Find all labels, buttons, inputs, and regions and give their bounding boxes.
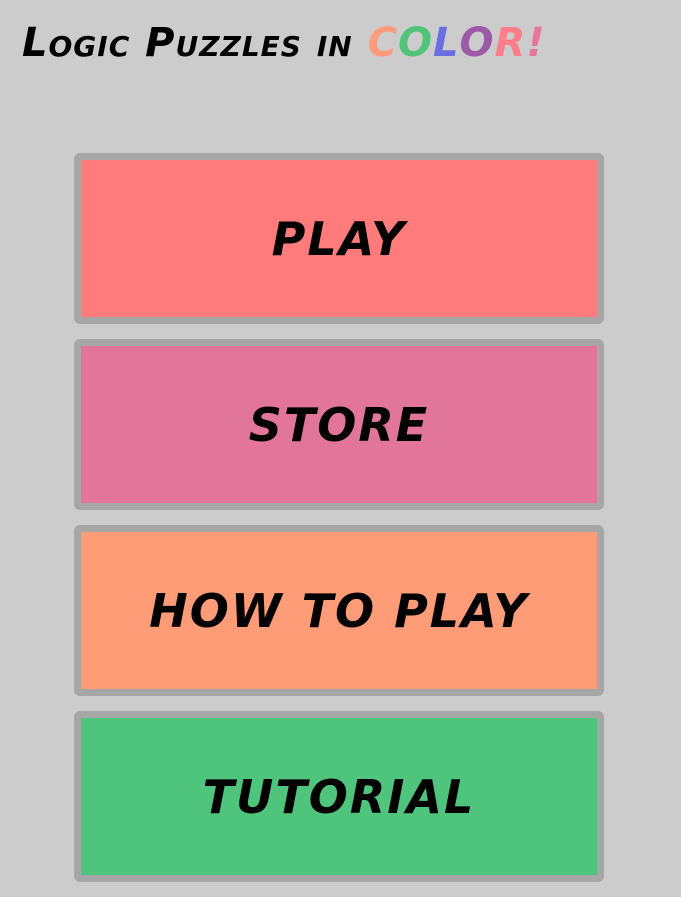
play-button-label: PLAY <box>271 211 407 266</box>
main-menu: PLAY STORE HOW TO PLAY TUTORIAL <box>74 153 604 897</box>
title-color-letter: O <box>459 20 495 66</box>
title-color-letter: O <box>398 20 434 66</box>
title-color-letter: C <box>367 20 399 66</box>
store-button-label: STORE <box>248 397 430 452</box>
how-to-play-button-label: HOW TO PLAY <box>149 583 529 638</box>
game-title: Logic Puzzles in COLOR! <box>22 10 546 76</box>
store-button[interactable]: STORE <box>74 339 604 510</box>
title-color-letter: ! <box>526 20 546 66</box>
title-prefix: Logic Puzzles in <box>22 20 368 66</box>
title-color-letter: L <box>433 20 460 66</box>
play-button[interactable]: PLAY <box>74 153 604 324</box>
tutorial-button-label: TUTORIAL <box>202 769 476 824</box>
tutorial-button[interactable]: TUTORIAL <box>74 711 604 882</box>
title-color-word: COLOR! <box>368 20 546 66</box>
how-to-play-button[interactable]: HOW TO PLAY <box>74 525 604 696</box>
title-color-letter: R <box>494 20 527 66</box>
